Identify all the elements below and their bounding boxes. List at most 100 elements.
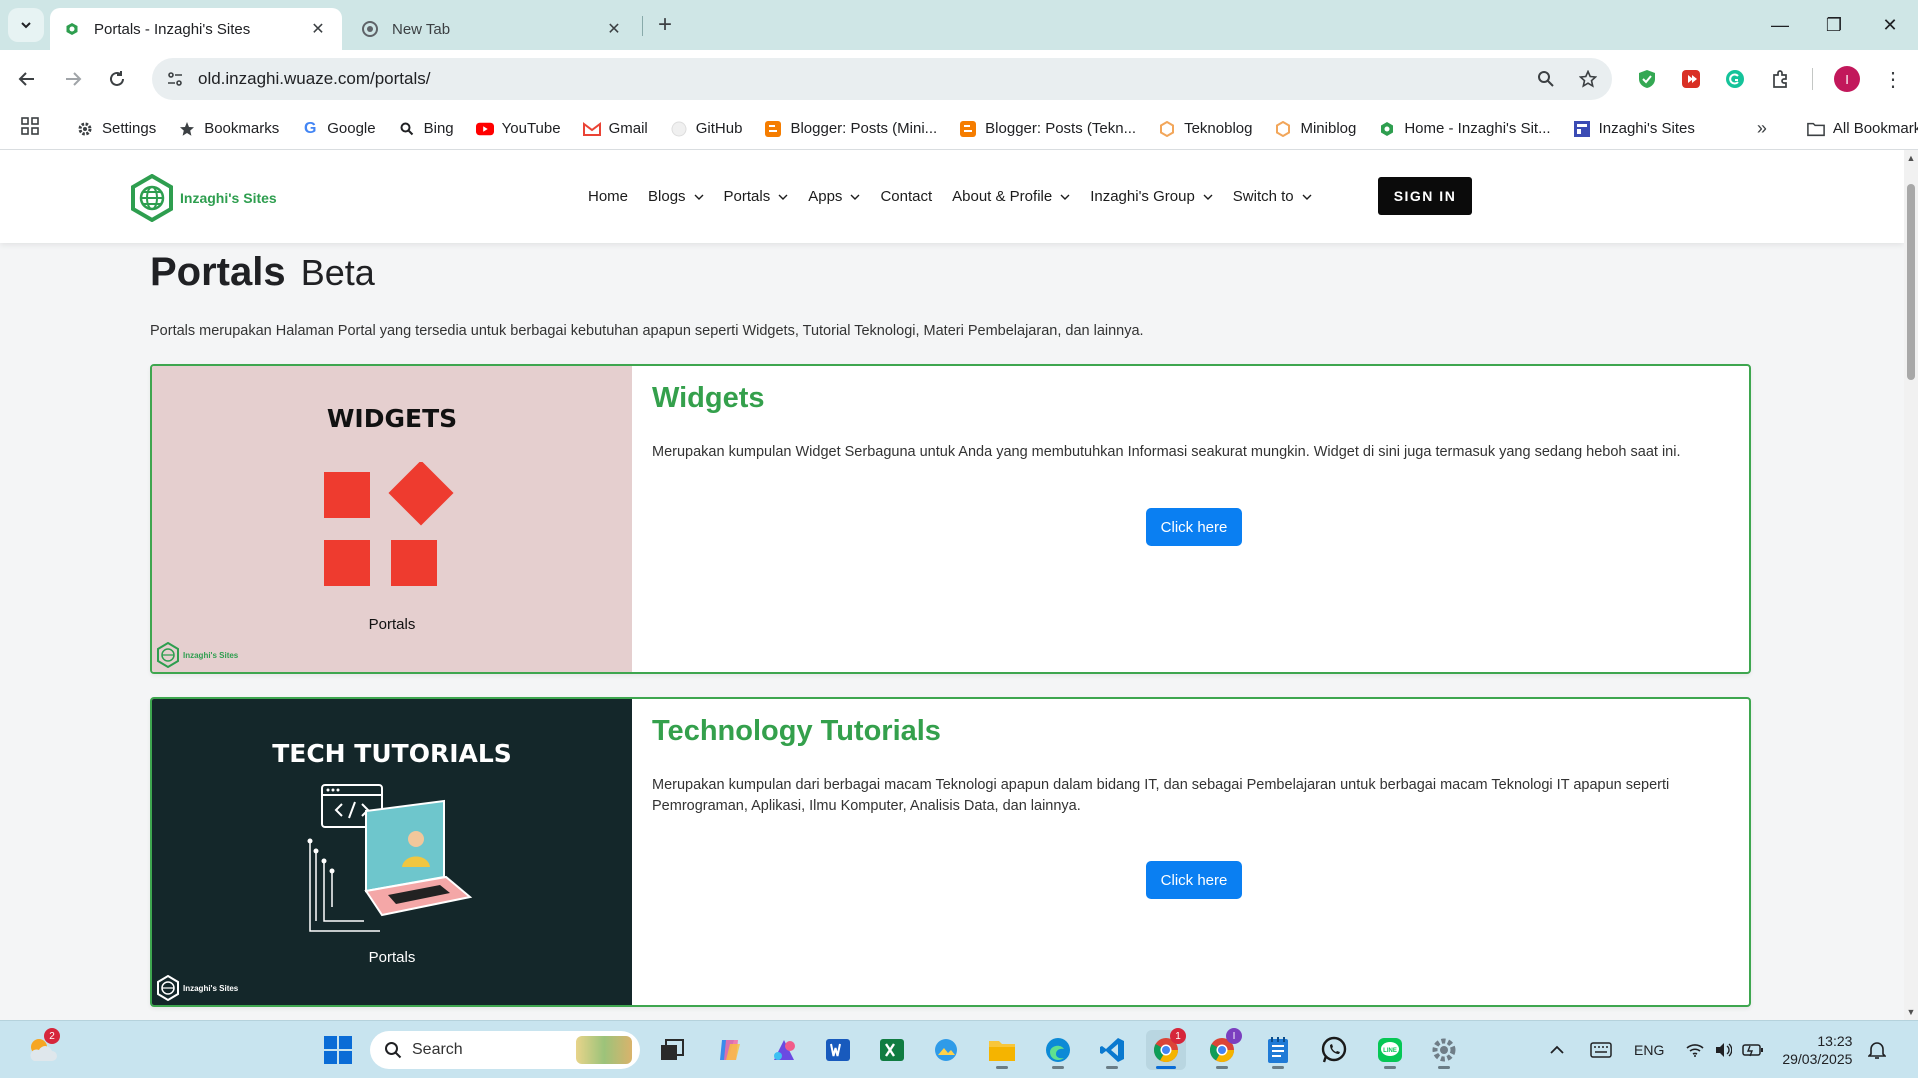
whatsapp-icon[interactable] <box>1314 1030 1354 1070</box>
portal-card-widgets: WIDGETS Portals Inzaghi's Sites Widgets … <box>150 364 1751 674</box>
bookmark-inzaghi-sites[interactable]: Inzaghi's Sites <box>1573 120 1695 138</box>
nav-portals[interactable]: Portals <box>724 188 789 205</box>
chrome-profile-icon[interactable]: I <box>1202 1028 1242 1070</box>
taskbar-search-box[interactable]: Search <box>370 1031 640 1069</box>
edge-icon[interactable] <box>1038 1030 1078 1070</box>
excel-icon[interactable] <box>872 1030 912 1070</box>
bookmark-blogger-tekno[interactable]: Blogger: Posts (Tekn... <box>959 120 1136 138</box>
grammarly-icon[interactable] <box>1718 62 1752 96</box>
scroll-down-arrow-icon[interactable]: ▼ <box>1906 1007 1916 1017</box>
settings-gear-icon[interactable] <box>1424 1030 1464 1070</box>
extensions-puzzle-icon[interactable] <box>1764 62 1798 96</box>
zoom-icon[interactable] <box>1528 61 1564 97</box>
keyboard-icon[interactable] <box>1590 1042 1612 1058</box>
minimize-icon[interactable]: — <box>1752 0 1808 50</box>
notification-bell-icon[interactable] <box>1868 1040 1887 1060</box>
profile-avatar[interactable]: I <box>1830 62 1864 96</box>
nav-home[interactable]: Home <box>588 188 628 205</box>
restore-icon[interactable]: ❐ <box>1806 0 1862 50</box>
bookmark-star-icon[interactable] <box>1570 61 1606 97</box>
apps-grid-icon[interactable] <box>20 116 40 141</box>
reload-button[interactable] <box>100 62 134 96</box>
bookmark-teknoblog[interactable]: Teknoblog <box>1158 120 1252 138</box>
battery-icon[interactable] <box>1742 1043 1764 1057</box>
nav-about-profile[interactable]: About & Profile <box>952 188 1070 205</box>
site-info-icon[interactable] <box>158 62 192 96</box>
sign-in-button[interactable]: SIGN IN <box>1378 177 1472 215</box>
bookmark-label: Inzaghi's Sites <box>1598 120 1695 137</box>
all-bookmarks-folder[interactable]: All Bookmarks <box>1806 120 1918 138</box>
bookmark-github[interactable]: GitHub <box>670 120 742 138</box>
tab-new-tab[interactable]: New Tab ✕ <box>348 8 638 50</box>
tech-tutorials-thumbnail[interactable]: TECH TUTORIALS Portals Inzaghi's Sites <box>152 699 632 1005</box>
tab-portals[interactable]: Portals - Inzaghi's Sites ✕ <box>50 8 342 50</box>
paint-app-icon[interactable] <box>764 1030 804 1070</box>
page-scrollbar[interactable]: ▲ ▼ <box>1904 150 1918 1020</box>
shield-extension-icon[interactable] <box>1630 62 1664 96</box>
tab-search-button[interactable] <box>8 8 44 42</box>
close-tab-icon[interactable]: ✕ <box>308 19 328 39</box>
widgets-thumbnail[interactable]: WIDGETS Portals Inzaghi's Sites <box>152 366 632 672</box>
site-logo[interactable]: Inzaghi's Sites <box>130 174 277 222</box>
clock[interactable]: 13:23 29/03/2025 <box>1782 1032 1852 1068</box>
file-explorer-icon[interactable] <box>982 1030 1022 1070</box>
weather-widget-icon[interactable]: 2 <box>22 1028 62 1070</box>
windows-start-icon[interactable] <box>318 1030 358 1070</box>
close-tab-icon[interactable]: ✕ <box>604 19 624 39</box>
line-app-icon[interactable]: LINE <box>1370 1030 1410 1070</box>
chrome-icon <box>362 21 378 37</box>
address-bar[interactable]: old.inzaghi.wuaze.com/portals/ <box>152 58 1612 100</box>
scroll-thumb[interactable] <box>1907 184 1915 380</box>
volume-icon[interactable] <box>1714 1042 1733 1058</box>
word-icon[interactable] <box>818 1030 858 1070</box>
bookmark-bing[interactable]: Bing <box>398 120 454 138</box>
task-view-icon[interactable] <box>652 1030 692 1070</box>
hexagon-icon <box>1158 120 1176 138</box>
bookmark-settings[interactable]: Settings <box>76 120 156 138</box>
nav-inzaghis-group[interactable]: Inzaghi's Group <box>1090 188 1213 205</box>
widgets-click-here-button[interactable]: Click here <box>1146 508 1242 546</box>
scroll-up-arrow-icon[interactable]: ▲ <box>1906 153 1916 163</box>
tech-tutorials-click-here-button[interactable]: Click here <box>1146 861 1242 899</box>
notepad-icon[interactable] <box>1258 1030 1298 1070</box>
nav-label: Contact <box>880 188 933 205</box>
bookmark-youtube[interactable]: YouTube <box>475 120 561 138</box>
card-title[interactable]: Technology Tutorials <box>652 715 1709 748</box>
language-indicator[interactable]: ENG <box>1634 1042 1664 1058</box>
vscode-icon[interactable] <box>1092 1030 1132 1070</box>
nav-apps[interactable]: Apps <box>808 188 860 205</box>
bookmark-label: Settings <box>102 120 157 137</box>
bookmark-miniblog[interactable]: Miniblog <box>1274 120 1356 138</box>
folder-icon <box>1806 120 1825 138</box>
new-tab-button[interactable]: + <box>650 10 680 40</box>
photos-icon[interactable] <box>926 1030 966 1070</box>
reload-icon <box>110 71 124 86</box>
bookmark-bookmarks[interactable]: Bookmarks <box>178 120 279 138</box>
bookmark-home-inzaghi[interactable]: Home - Inzaghi's Sit... <box>1378 120 1551 138</box>
wifi-icon[interactable] <box>1686 1043 1704 1057</box>
bookmark-gmail[interactable]: Gmail <box>582 120 648 138</box>
card-title[interactable]: Widgets <box>652 382 1709 415</box>
web-page[interactable]: Inzaghi's Sites Home Blogs Portals Apps … <box>0 150 1904 1020</box>
copilot-icon[interactable] <box>710 1030 750 1070</box>
video-extension-icon[interactable] <box>1674 62 1708 96</box>
kebab-menu-icon[interactable]: ⋮ <box>1876 62 1910 96</box>
chevron-up-icon[interactable] <box>1550 1045 1564 1055</box>
nav-label: Portals <box>723 188 771 205</box>
running-indicator <box>996 1066 1008 1069</box>
more-bookmarks-icon[interactable]: » <box>1757 118 1767 139</box>
card-body: Technology Tutorials Merupakan kumpulan … <box>652 715 1709 817</box>
back-button[interactable] <box>10 62 44 96</box>
nav-blogs[interactable]: Blogs <box>648 188 704 205</box>
nav-contact[interactable]: Contact <box>880 188 932 205</box>
window-close-icon[interactable]: ✕ <box>1862 0 1918 50</box>
forward-button[interactable] <box>56 62 90 96</box>
chrome-taskbar-icon[interactable]: 1 <box>1146 1028 1186 1070</box>
thumbnail-title: TECH TUTORIALS <box>272 739 512 768</box>
bookmark-google[interactable]: G Google <box>301 120 376 138</box>
running-indicator <box>1216 1066 1228 1069</box>
bookmark-blogger-mini[interactable]: Blogger: Posts (Mini... <box>764 120 937 138</box>
nav-switch-to[interactable]: Switch to <box>1233 188 1312 205</box>
url-text[interactable]: old.inzaghi.wuaze.com/portals/ <box>198 69 1528 89</box>
blogger-icon <box>764 120 782 138</box>
